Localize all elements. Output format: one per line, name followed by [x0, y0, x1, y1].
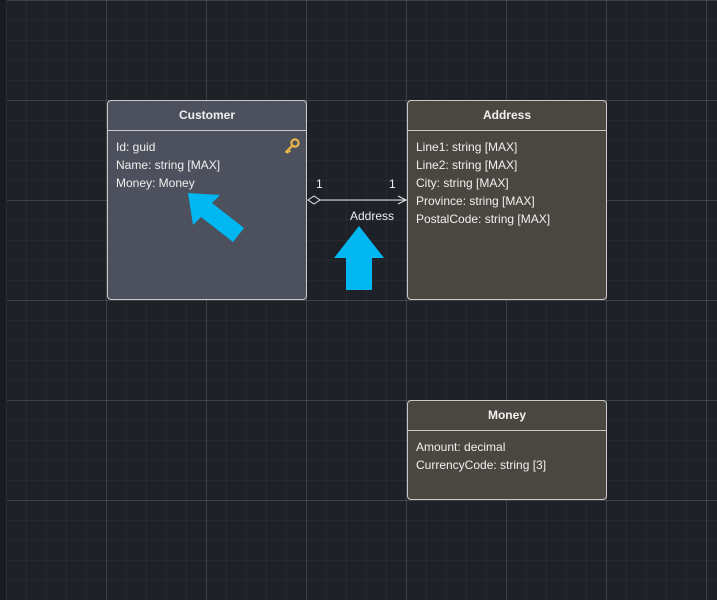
property-postalcode[interactable]: PostalCode: string [MAX]	[416, 210, 598, 228]
association-label[interactable]: Address	[350, 209, 394, 223]
key-icon	[285, 138, 300, 154]
property-name[interactable]: Name: string [MAX]	[116, 156, 298, 174]
arrow-icon	[334, 226, 384, 290]
aggregation-diamond-icon	[307, 195, 321, 205]
property-line2[interactable]: Line2: string [MAX]	[416, 156, 598, 174]
entity-address[interactable]: Address Line1: string [MAX] Line2: strin…	[407, 100, 607, 300]
canvas-left-edge	[0, 0, 7, 600]
entity-customer-title[interactable]: Customer	[108, 101, 306, 131]
source-multiplicity: 1	[316, 177, 323, 191]
target-multiplicity: 1	[389, 177, 396, 191]
navigation-arrowhead-icon	[397, 195, 408, 205]
association-connector[interactable]	[0, 0, 717, 600]
property-line1[interactable]: Line1: string [MAX]	[416, 138, 598, 156]
entity-money-title[interactable]: Money	[408, 401, 606, 431]
property-city[interactable]: City: string [MAX]	[416, 174, 598, 192]
entity-address-title[interactable]: Address	[408, 101, 606, 131]
property-currencycode[interactable]: CurrencyCode: string [3]	[416, 456, 598, 474]
property-amount[interactable]: Amount: decimal	[416, 438, 598, 456]
arrow-icon	[188, 193, 244, 242]
entity-money[interactable]: Money Amount: decimal CurrencyCode: stri…	[407, 400, 607, 500]
property-id[interactable]: Id: guid	[116, 138, 298, 156]
property-province[interactable]: Province: string [MAX]	[416, 192, 598, 210]
